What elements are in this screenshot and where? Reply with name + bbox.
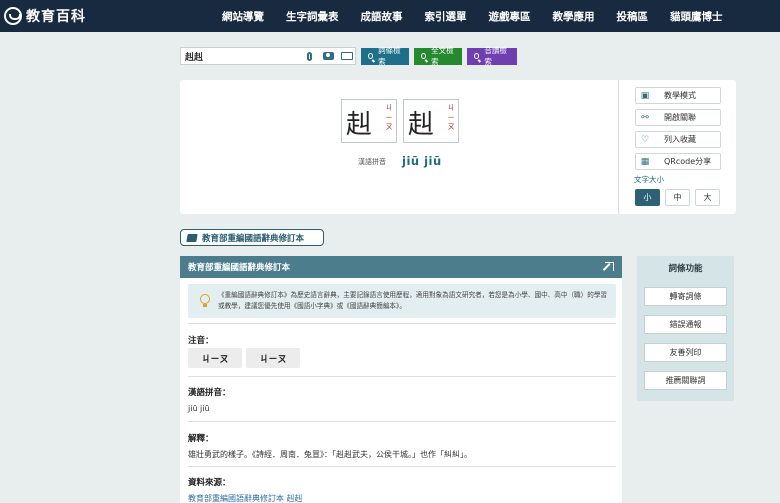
pinyin-section-value: jiū jiū bbox=[188, 404, 210, 413]
owl-logo-icon bbox=[4, 7, 22, 25]
presentation-icon: ▣ bbox=[640, 90, 650, 101]
site-logo[interactable]: 教育百科 bbox=[4, 6, 86, 26]
character: 赳 bbox=[408, 110, 435, 140]
notice-box: 《重編國語辭典修訂本》為歷史語言辭典，主要記錄語言使用歷程，適用對象為語文研究者… bbox=[188, 284, 616, 318]
nav-item-dr-owl[interactable]: 貓頭鷹博士 bbox=[670, 9, 723, 24]
qrcode-share-button[interactable]: ▦ QRcode分享 bbox=[635, 153, 721, 170]
microphone-icon[interactable] bbox=[302, 49, 316, 63]
word-card: 赳 ㄐㄧㄡ 赳 ㄐㄧㄡ 漢語拼音 jiū jiū ▣ 教學模式 ⚯ 開啟關聯 ♡… bbox=[180, 80, 736, 214]
source-link[interactable]: 教育部重編國語辭典修訂本 赳赳 bbox=[188, 493, 303, 503]
character-box[interactable]: 赳 ㄐㄧㄡ bbox=[341, 99, 397, 143]
character: 赳 bbox=[346, 110, 373, 140]
add-favorite-button[interactable]: ♡ 列入收藏 bbox=[635, 131, 721, 148]
character-box[interactable]: 赳 ㄐㄧㄡ bbox=[403, 99, 459, 143]
nav-menu: 網站導覽 生字詞彙表 成語故事 索引選單 遊戲專區 教學應用 投稿區 貓頭鷹博士 bbox=[222, 0, 745, 32]
book-icon bbox=[186, 233, 198, 242]
notice-text: 《重編國語辭典修訂本》為歷史語言辭典，主要記錄語言使用歷程，適用對象為語文研究者… bbox=[218, 291, 608, 310]
camera-icon[interactable] bbox=[321, 49, 335, 63]
fulltext-search-button[interactable]: 全文檢索 bbox=[414, 46, 462, 66]
sound-search-button[interactable]: 音讀檢索 bbox=[467, 46, 517, 66]
report-error-button[interactable]: 錯誤通報 bbox=[644, 315, 727, 334]
nav-item-teaching[interactable]: 教學應用 bbox=[553, 9, 595, 24]
search-input[interactable] bbox=[185, 51, 297, 61]
qrcode-icon: ▦ bbox=[640, 156, 650, 167]
recommend-related-button[interactable]: 推薦關聯詞 bbox=[644, 371, 727, 390]
pinyin-label: 漢語拼音 bbox=[358, 158, 386, 166]
source-label: 資料來源： bbox=[188, 478, 231, 488]
zhuyin-chip[interactable]: ㄐㄧㄡ bbox=[188, 348, 242, 368]
zhuyin-section-label: 注音： bbox=[188, 336, 214, 346]
zhuyin-chip[interactable]: ㄐㄧㄡ bbox=[246, 348, 300, 368]
dictionary-panel: 教育部重編國語辭典修訂本 《重編國語辭典修訂本》為歷史語言辭典，主要記錄語言使用… bbox=[180, 256, 622, 503]
font-size-medium-button[interactable]: 中 bbox=[665, 189, 690, 206]
section-divider bbox=[188, 466, 616, 467]
search-bar: 詞條檢索 全文檢索 音讀檢索 bbox=[180, 46, 517, 66]
keyboard-icon[interactable] bbox=[340, 49, 354, 63]
section-divider bbox=[188, 421, 616, 422]
nav-item-submissions[interactable]: 投稿區 bbox=[617, 9, 649, 24]
nav-item-vocabulary[interactable]: 生字詞彙表 bbox=[286, 9, 339, 24]
heart-icon: ♡ bbox=[640, 134, 650, 145]
section-divider bbox=[188, 376, 616, 377]
expand-icon[interactable] bbox=[605, 262, 614, 271]
search-icon bbox=[368, 53, 374, 59]
nav-item-idiom-stories[interactable]: 成語故事 bbox=[361, 9, 403, 24]
panel-title: 教育部重編國語辭典修訂本 bbox=[188, 263, 291, 273]
forward-entry-button[interactable]: 轉寄詞條 bbox=[644, 287, 727, 306]
logo-text: 教育百科 bbox=[26, 9, 86, 25]
entry-functions-panel: 詞條功能 轉寄詞條 錯誤通報 友善列印 推薦關聯詞 bbox=[637, 256, 734, 401]
word-search-button[interactable]: 詞條檢索 bbox=[361, 46, 409, 66]
dictionary-tag[interactable]: 教育部重編國語辭典修訂本 bbox=[180, 229, 324, 246]
search-icon bbox=[421, 53, 427, 59]
panel-header: 教育部重編國語辭典修訂本 bbox=[180, 256, 622, 278]
definition-text: 雄壯勇武的樣子。《詩經．周南．兔罝》：「赳赳武夫，公侯干城。」也作「糾糾」。 bbox=[188, 450, 472, 459]
link-icon: ⚯ bbox=[641, 112, 649, 123]
top-nav: 教育百科 網站導覽 生字詞彙表 成語故事 索引選單 遊戲專區 教學應用 投稿區 … bbox=[0, 0, 780, 32]
print-button[interactable]: 友善列印 bbox=[644, 343, 727, 362]
lightbulb-icon bbox=[200, 294, 210, 307]
search-icon bbox=[474, 53, 480, 59]
nav-item-site-guide[interactable]: 網站導覽 bbox=[222, 9, 264, 24]
zhuyin-vertical: ㄐㄧㄡ bbox=[385, 103, 393, 131]
section-divider bbox=[188, 323, 616, 324]
definition-label: 解釋： bbox=[188, 434, 214, 444]
open-relations-button[interactable]: ⚯ 開啟關聯 bbox=[635, 109, 721, 126]
teaching-mode-button[interactable]: ▣ 教學模式 bbox=[635, 87, 721, 104]
pinyin-value: jiū jiū bbox=[402, 154, 442, 168]
search-box bbox=[180, 47, 356, 65]
font-size-large-button[interactable]: 大 bbox=[695, 189, 720, 206]
zhuyin-vertical: ㄐㄧㄡ bbox=[447, 103, 455, 131]
functions-title: 詞條功能 bbox=[668, 264, 703, 274]
font-size-label: 文字大小 bbox=[634, 175, 664, 184]
nav-item-games[interactable]: 遊戲專區 bbox=[489, 9, 531, 24]
card-divider bbox=[618, 80, 619, 214]
font-size-small-button[interactable]: 小 bbox=[635, 189, 660, 206]
nav-item-index-menu[interactable]: 索引選單 bbox=[425, 9, 467, 24]
pinyin-section-label: 漢語拼音： bbox=[188, 388, 231, 398]
